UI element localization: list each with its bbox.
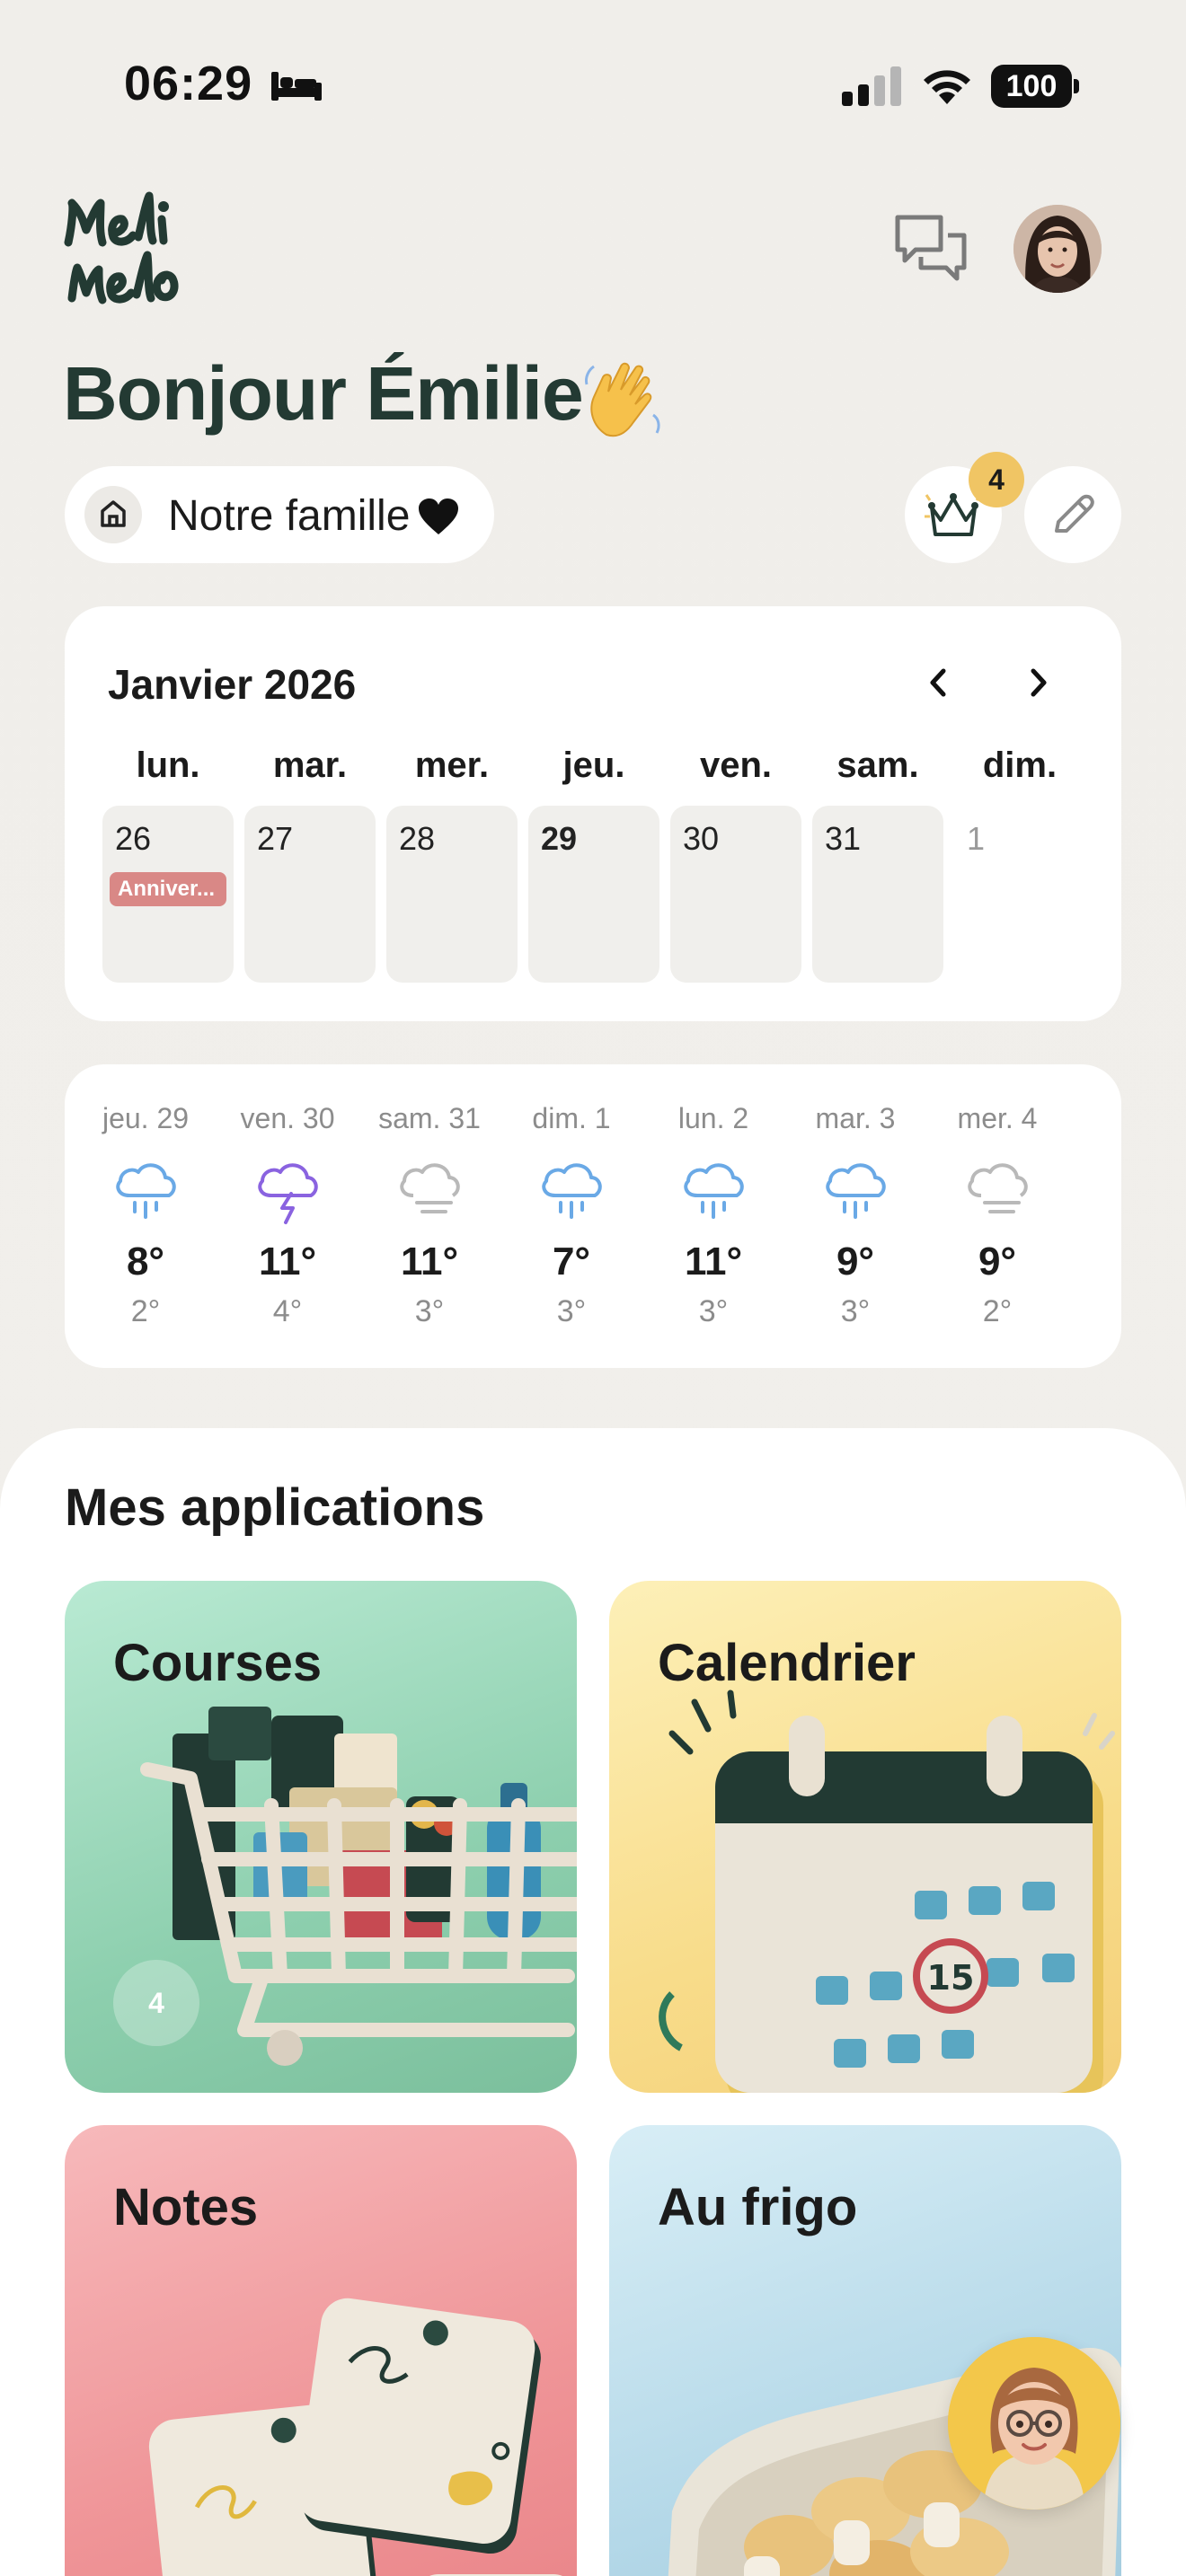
day-number: 1 (967, 820, 986, 857)
family-name: Notre famille (168, 492, 411, 540)
calendar-month-title: Janvier 2026 (108, 661, 357, 708)
user-avatar[interactable] (1013, 205, 1102, 293)
rain-icon (542, 1163, 602, 1219)
weather-low-temp: 3° (556, 1294, 587, 1328)
weather-day-label: ven. 30 (240, 1102, 335, 1134)
weather-day-label: jeu. 29 (102, 1102, 190, 1134)
fog-icon (968, 1163, 1028, 1213)
weather-low-temp: 3° (698, 1294, 729, 1328)
day-number: 29 (541, 820, 578, 857)
app-tile-calendrier[interactable]: 15 Calendrier (609, 1581, 1121, 2093)
weekday-label: mar. (272, 745, 348, 785)
app-tile-label: Courses (113, 1634, 323, 1692)
fog-icon (400, 1163, 460, 1213)
edit-button[interactable] (1024, 466, 1121, 563)
weather-day-label: mer. 4 (957, 1102, 1038, 1134)
calendar-day-cell[interactable]: 30 (670, 806, 801, 983)
assistant-avatar-icon (948, 2337, 1120, 2510)
waving-hand-icon (585, 362, 660, 437)
calendar-day-cell[interactable]: 27 (244, 806, 376, 983)
weekday-label: lun. (136, 745, 200, 785)
day-number: 30 (683, 820, 720, 857)
weather-low-temp: 3° (414, 1294, 445, 1328)
battery-tip (1074, 79, 1079, 93)
weather-high-temp: 11° (684, 1239, 743, 1284)
home-icon (84, 486, 142, 543)
weather-day-label: dim. 1 (532, 1102, 611, 1134)
greeting-title: Bonjour Émilie (63, 351, 584, 436)
rain-icon (826, 1163, 886, 1219)
weather-low-temp: 2° (130, 1294, 161, 1328)
calendar-day-cell-outside[interactable]: 1 (954, 806, 1085, 983)
family-selector[interactable]: Notre famille (65, 466, 494, 563)
day-number: 28 (399, 820, 436, 857)
weekday-label: dim. (982, 745, 1058, 785)
weekday-label: ven. (699, 745, 773, 785)
weather-day-label: mar. 3 (815, 1102, 896, 1134)
assistant-avatar-button[interactable] (948, 2337, 1120, 2510)
weather-day-label: sam. 31 (378, 1102, 481, 1134)
apps-section-title: Mes applications (65, 1478, 485, 1537)
calendar-card: Janvier 2026 lun. mar. mer. jeu. ven. sa… (65, 606, 1121, 1021)
app-tile-notes[interactable]: Notes (65, 2125, 577, 2576)
battery-level: 100 (991, 65, 1072, 108)
status-time: 06:29 (124, 57, 253, 110)
weekday-label: mer. (414, 745, 490, 785)
weather-high-temp: 9° (836, 1239, 875, 1284)
heart-icon (419, 498, 458, 534)
weather-high-temp: 7° (552, 1239, 591, 1284)
svg-text:15: 15 (927, 1958, 975, 1998)
weather-high-temp: 8° (126, 1239, 165, 1284)
day-number: 31 (825, 820, 862, 857)
weather-high-temp: 9° (978, 1239, 1017, 1284)
rain-icon (684, 1163, 744, 1219)
pencil-icon (1055, 494, 1094, 533)
weather-low-temp: 4° (272, 1294, 303, 1328)
app-tile-label: Au frigo (658, 2178, 858, 2236)
messages-icon[interactable] (894, 212, 968, 284)
thunderstorm-icon (258, 1163, 318, 1224)
calendar-day-cell[interactable]: 26 Anniver... (102, 806, 234, 983)
wifi-icon (924, 70, 970, 104)
battery-indicator: 100 (991, 65, 1081, 108)
sleep-focus-icon (271, 72, 322, 101)
status-bar: 06:29 100 (0, 0, 1186, 171)
cellular-signal-icon (842, 66, 901, 106)
weather-low-temp: 2° (982, 1294, 1013, 1328)
user-photo (1013, 205, 1102, 293)
weekday-label: jeu. (562, 745, 625, 785)
weather-forecast-card: jeu. 29 8° 2° ven. 30 11° 4° sam. 31 11° 3° dim. … (65, 1064, 1121, 1368)
event-chip[interactable]: Anniver... (110, 872, 226, 906)
calendar-day-cell-today[interactable]: 29 (528, 806, 659, 983)
previous-month-button[interactable] (916, 660, 961, 705)
rain-icon (116, 1163, 176, 1219)
calendar-day-cell[interactable]: 28 (386, 806, 518, 983)
weather-day-label: lun. 2 (677, 1102, 749, 1134)
rewards-count-badge: 4 (969, 452, 1024, 507)
app-tile-label: Calendrier (658, 1634, 916, 1692)
courses-count-badge: 4 (113, 1960, 199, 2046)
melimelo-logo (64, 191, 179, 304)
app-tile-label: Notes (113, 2178, 259, 2236)
calendar-day-cell[interactable]: 31 (812, 806, 943, 983)
next-month-button[interactable] (1015, 660, 1060, 705)
day-number: 27 (257, 820, 294, 857)
weekday-label: sam. (836, 745, 919, 785)
day-number: 26 (115, 820, 152, 857)
app-tile-courses[interactable]: Courses 4 (65, 1581, 577, 2093)
weather-high-temp: 11° (400, 1239, 459, 1284)
weather-low-temp: 3° (840, 1294, 871, 1328)
weather-high-temp: 11° (258, 1239, 317, 1284)
